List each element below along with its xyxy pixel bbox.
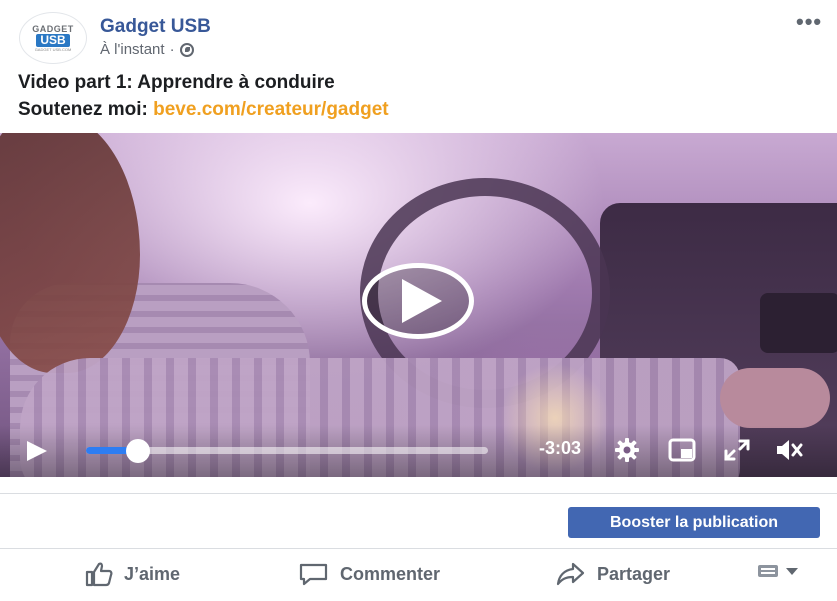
page-avatar[interactable]: GADGET USB GADGET USB.COM (19, 12, 87, 64)
play-icon[interactable] (27, 441, 47, 461)
more-options-button[interactable]: ••• (796, 11, 822, 33)
avatar-text-small: GADGET USB.COM (34, 46, 72, 52)
post-text-title: Video part 1: Apprendre à conduire (18, 72, 335, 93)
video-scene-vent (760, 293, 837, 353)
time-remaining: -3:03 (539, 438, 582, 458)
settings-icon[interactable] (612, 437, 642, 463)
comment-label: Commenter (340, 563, 441, 584)
video-scene-hair (0, 133, 140, 373)
globe-icon[interactable] (179, 42, 194, 57)
page-audience-icon (758, 565, 778, 577)
divider (0, 548, 837, 549)
post-text-support: Soutenez moi: beve.com/createur/gadget (18, 99, 389, 121)
share-icon (556, 562, 585, 586)
comment-icon (299, 563, 328, 586)
comment-button[interactable]: Commenter (298, 560, 440, 588)
play-overlay-button[interactable] (362, 263, 474, 339)
like-label: J’aime (124, 563, 181, 584)
meta-separator: · (169, 41, 175, 58)
progress-thumb[interactable] (126, 439, 150, 463)
divider (0, 493, 837, 494)
timestamp-link[interactable]: À l'instant (100, 41, 165, 58)
avatar-text-gadget: GADGET (32, 23, 74, 34)
share-button[interactable]: Partager (555, 560, 670, 588)
pip-icon[interactable] (667, 437, 697, 463)
video-scene-hand (720, 368, 830, 428)
support-label: Soutenez moi: (18, 99, 154, 120)
like-button[interactable]: J’aime (84, 560, 180, 588)
thumbs-up-icon (85, 562, 113, 587)
support-link[interactable]: beve.com/createur/gadget (153, 99, 388, 120)
avatar-text-usb: USB (36, 33, 70, 47)
share-label: Partager (597, 563, 671, 584)
mute-icon[interactable] (774, 437, 804, 463)
fullscreen-icon[interactable] (722, 437, 752, 463)
boost-post-button[interactable]: Booster la publication (568, 507, 820, 538)
post-card: GADGET USB GADGET USB.COM Gadget USB À l… (0, 0, 837, 601)
chevron-down-icon (786, 567, 798, 575)
post-meta: À l'instant · (100, 41, 194, 58)
play-overlay-icon (402, 279, 442, 323)
audience-selector[interactable] (758, 565, 798, 577)
page-name-link[interactable]: Gadget USB (100, 16, 211, 38)
